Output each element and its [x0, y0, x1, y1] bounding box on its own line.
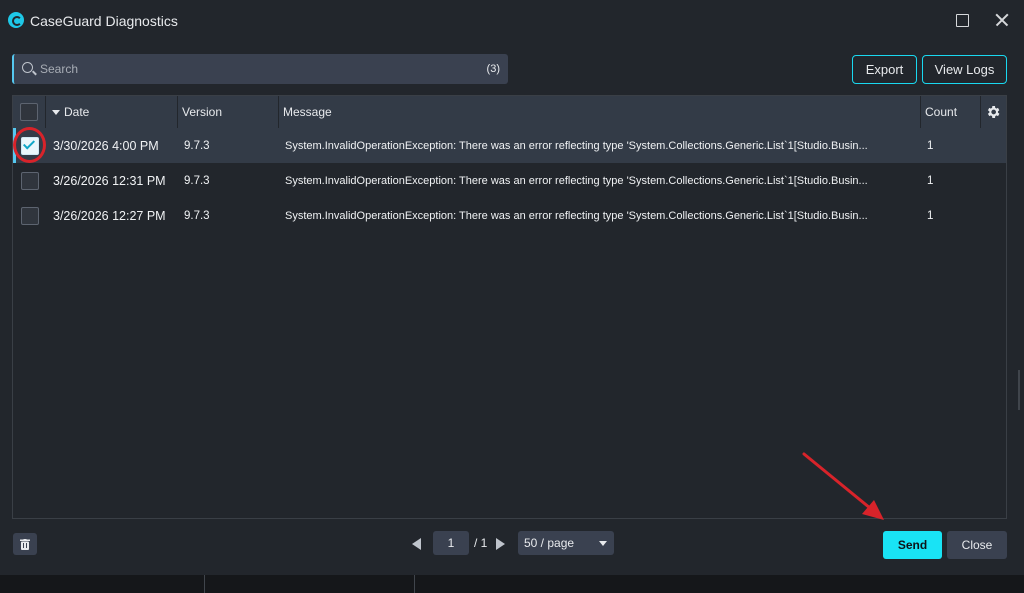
row-version: 9.7.3 — [184, 209, 210, 222]
annotation-circle — [13, 127, 46, 163]
search-input[interactable] — [40, 54, 460, 84]
annotation-arrow — [802, 452, 884, 520]
column-version-label: Version — [182, 105, 223, 119]
maximize-icon[interactable] — [950, 8, 974, 32]
next-page-icon[interactable] — [496, 538, 505, 550]
page-size-value: 50 / page — [524, 536, 575, 550]
divider — [204, 575, 205, 593]
app-logo-icon — [8, 12, 24, 28]
row-version: 9.7.3 — [184, 174, 210, 187]
trash-icon — [20, 539, 30, 550]
column-header-version[interactable]: Version — [178, 96, 279, 128]
search-box: (3) — [12, 54, 508, 84]
prev-page-icon[interactable] — [412, 538, 421, 550]
delete-button[interactable] — [13, 533, 37, 555]
row-version: 9.7.3 — [184, 139, 210, 152]
page-number-input[interactable] — [433, 531, 469, 555]
column-header-count[interactable]: Count — [921, 96, 981, 128]
row-message: System.InvalidOperationException: There … — [285, 174, 868, 187]
row-checkbox[interactable] — [21, 207, 39, 225]
table-row[interactable]: 3/26/2026 12:27 PM 9.7.3 System.InvalidO… — [13, 198, 1006, 233]
row-count: 1 — [927, 139, 934, 152]
table-row[interactable]: 3/26/2026 12:31 PM 9.7.3 System.InvalidO… — [13, 163, 1006, 198]
row-date: 3/26/2026 12:27 PM — [53, 208, 166, 223]
row-message: System.InvalidOperationException: There … — [285, 139, 868, 152]
table-row[interactable]: 3/30/2026 4:00 PM 9.7.3 System.InvalidOp… — [13, 128, 1006, 163]
divider — [414, 575, 415, 593]
row-message: System.InvalidOperationException: There … — [285, 209, 868, 222]
select-all-checkbox[interactable] — [20, 103, 38, 121]
column-date-label: Date — [64, 105, 90, 119]
row-date: 3/30/2026 4:00 PM — [53, 138, 159, 153]
row-count: 1 — [927, 174, 934, 187]
chevron-down-icon — [599, 541, 607, 546]
gear-icon[interactable] — [985, 104, 1001, 120]
search-icon — [22, 62, 33, 73]
view-logs-button[interactable]: View Logs — [922, 55, 1007, 84]
row-count: 1 — [927, 209, 934, 222]
close-button[interactable]: Close — [947, 531, 1007, 559]
sort-desc-icon — [52, 109, 60, 115]
column-count-label: Count — [925, 105, 958, 119]
page-total: / 1 — [474, 536, 488, 550]
send-button[interactable]: Send — [883, 531, 942, 559]
close-icon[interactable] — [990, 8, 1014, 32]
window-edge-divider — [1018, 370, 1020, 410]
result-count: (3) — [486, 63, 500, 75]
row-checkbox[interactable] — [21, 172, 39, 190]
grid-header: Date Version Message Count — [13, 96, 1006, 128]
row-date: 3/26/2026 12:31 PM — [53, 173, 166, 188]
column-settings-cell — [981, 96, 1006, 128]
diagnostics-window: CaseGuard Diagnostics (3) Export View Lo… — [0, 0, 1024, 575]
column-header-message[interactable]: Message — [279, 96, 921, 128]
window-title: CaseGuard Diagnostics — [30, 13, 178, 29]
page-size-select[interactable]: 50 / page — [518, 531, 614, 555]
background-strip — [0, 575, 1024, 593]
header-select-all-cell — [13, 96, 46, 128]
column-header-date[interactable]: Date — [46, 96, 178, 128]
title-bar: CaseGuard Diagnostics — [0, 0, 1024, 40]
export-button[interactable]: Export — [852, 55, 917, 84]
column-message-label: Message — [283, 105, 332, 119]
